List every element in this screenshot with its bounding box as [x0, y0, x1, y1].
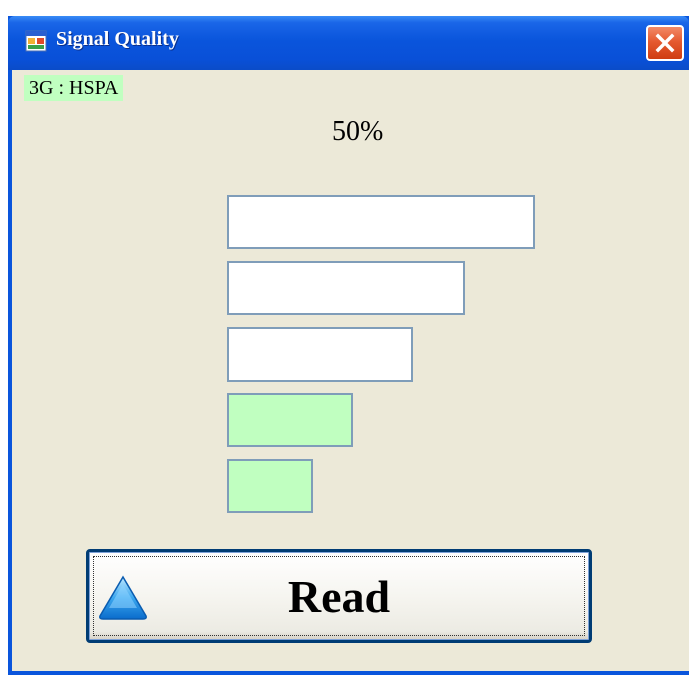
network-type-label: 3G : HSPA — [24, 75, 124, 101]
read-button[interactable]: Read — [86, 549, 592, 643]
window-app-icon[interactable] — [25, 30, 47, 52]
window-title: Signal Quality — [56, 28, 179, 50]
title-bar[interactable]: Signal Quality — [8, 16, 689, 70]
close-x-icon — [655, 33, 675, 53]
signal-bar-2 — [227, 393, 353, 447]
close-button[interactable] — [646, 25, 684, 61]
signal-bar-1 — [227, 459, 313, 513]
signal-bar-4 — [227, 261, 465, 315]
signal-bar-5 — [227, 195, 535, 249]
client-area: 3G : HSPA 50% Read — [12, 70, 689, 671]
signal-quality-window: Signal Quality 3G : HSPA 50% Read — [8, 16, 689, 675]
signal-bar-3 — [227, 327, 413, 382]
read-button-label: Read — [287, 571, 391, 622]
signal-percent-label: 50% — [332, 116, 384, 147]
